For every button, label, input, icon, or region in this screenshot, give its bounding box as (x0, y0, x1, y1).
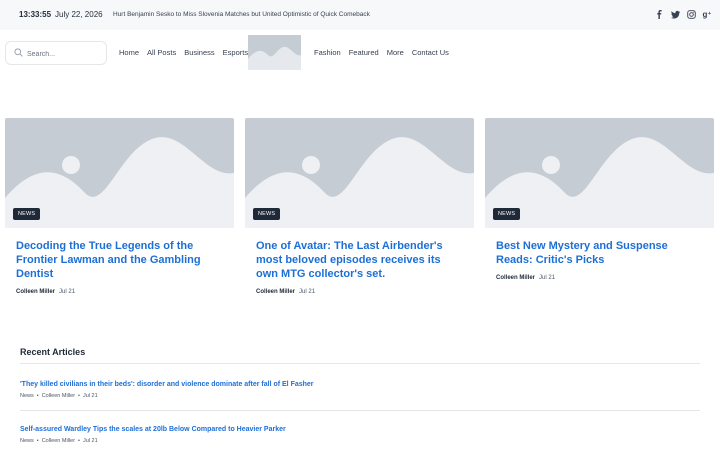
article-card[interactable]: NEWS Decoding the True Legends of the Fr… (5, 118, 234, 295)
article-meta: Colleen Miller Jul 21 (256, 289, 474, 295)
nav-all-posts[interactable]: All Posts (147, 48, 176, 57)
nav-esports[interactable]: Esports (223, 48, 248, 57)
search-icon (14, 48, 23, 57)
recent-article-category[interactable]: News (20, 438, 34, 444)
recent-article-meta: News • Colleen Miller • Jul 21 (20, 438, 98, 444)
article-date: Jul 21 (59, 289, 76, 295)
site-logo[interactable] (248, 35, 301, 70)
category-badge[interactable]: NEWS (253, 208, 281, 220)
article-author[interactable]: Colleen Miller (16, 289, 55, 295)
nav-home[interactable]: Home (119, 48, 139, 57)
divider (20, 363, 700, 364)
nav-business[interactable]: Business (184, 48, 214, 57)
article-date: Jul 21 (539, 275, 556, 281)
article-author[interactable]: Colleen Miller (256, 289, 295, 295)
nav-fashion[interactable]: Fashion (314, 48, 341, 57)
article-date: Jul 21 (299, 289, 316, 295)
social-links: g⁺ (654, 8, 712, 20)
recent-article-author[interactable]: Colleen Miller (42, 438, 75, 444)
recent-article-date: Jul 21 (82, 393, 98, 399)
article-title[interactable]: Decoding the True Legends of the Frontie… (16, 239, 222, 281)
article-card[interactable]: NEWS One of Avatar: The Last Airbender's… (245, 118, 474, 295)
main-nav-right: Fashion Featured More Contact Us (314, 48, 457, 58)
search-input[interactable] (27, 46, 105, 62)
recent-article-date: Jul 21 (82, 438, 98, 444)
section-heading: Recent Articles (20, 347, 86, 357)
divider (20, 410, 700, 411)
recent-article-author[interactable]: Colleen Miller (42, 393, 75, 399)
recent-article-title[interactable]: Self-assured Wardley Tips the scales at … (20, 426, 286, 433)
twitter-icon[interactable] (670, 8, 680, 20)
recent-article-item[interactable]: 'They killed civilians in their beds': d… (20, 381, 314, 399)
article-meta: Colleen Miller Jul 21 (496, 275, 714, 281)
clock-time: 13:33:55 (19, 10, 52, 19)
facebook-icon[interactable] (654, 8, 664, 20)
instagram-icon[interactable] (686, 8, 696, 20)
article-meta: Colleen Miller Jul 21 (16, 289, 234, 295)
search-box (5, 41, 107, 65)
recent-article-meta: News • Colleen Miller • Jul 21 (20, 393, 98, 399)
nav-more[interactable]: More (387, 48, 404, 57)
recent-article-item[interactable]: Self-assured Wardley Tips the scales at … (20, 426, 286, 444)
nav-contact-us[interactable]: Contact Us (412, 48, 449, 57)
google-plus-icon[interactable]: g⁺ (702, 8, 712, 20)
article-card[interactable]: NEWS Best New Mystery and Suspense Reads… (485, 118, 714, 281)
article-author[interactable]: Colleen Miller (496, 275, 535, 281)
image-placeholder-icon (248, 46, 301, 70)
top-bar: 13:33:55 July 22, 2026 Hurt Benjamin Ses… (0, 0, 720, 30)
current-date: July 22, 2026 (55, 10, 103, 19)
category-badge[interactable]: NEWS (493, 208, 521, 220)
nav-featured[interactable]: Featured (349, 48, 379, 57)
article-title[interactable]: One of Avatar: The Last Airbender's most… (256, 239, 462, 281)
main-nav-left: Home All Posts Business Esports (119, 48, 256, 58)
recent-article-category[interactable]: News (20, 393, 34, 399)
recent-article-title[interactable]: 'They killed civilians in their beds': d… (20, 381, 314, 388)
category-badge[interactable]: NEWS (13, 208, 41, 220)
news-ticker[interactable]: Hurt Benjamin Sesko to Miss Slovenia Mat… (113, 11, 370, 18)
article-title[interactable]: Best New Mystery and Suspense Reads: Cri… (496, 239, 702, 267)
